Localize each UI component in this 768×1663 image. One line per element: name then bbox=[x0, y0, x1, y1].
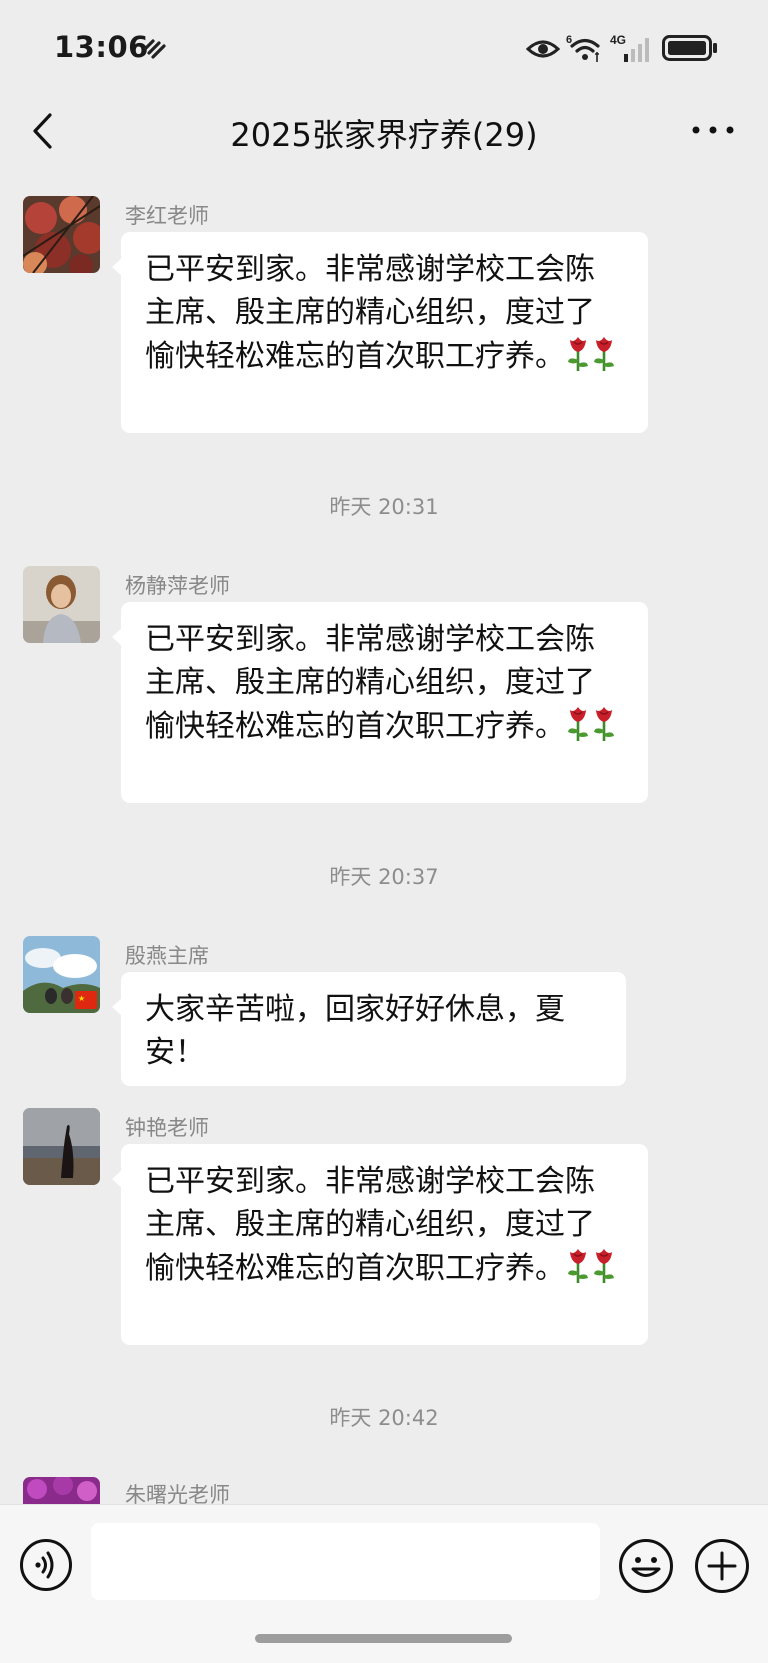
message-text: 已平安到家。非常感谢学校工会陈主席、殷主席的精心组织，度过了愉快轻松难忘的首次职… bbox=[145, 252, 595, 374]
sim-label: 6 bbox=[566, 34, 572, 46]
sender-name: 朱曙光老师 bbox=[125, 1483, 230, 1504]
avatar[interactable] bbox=[23, 1108, 100, 1185]
status-bar: 13:06 6 4G bbox=[0, 0, 768, 96]
message-input[interactable] bbox=[91, 1523, 600, 1600]
emoji-button[interactable] bbox=[618, 1538, 674, 1594]
message-bubble[interactable]: 已平安到家。非常感谢学校工会陈主席、殷主席的精心组织，度过了愉快轻松难忘的首次职… bbox=[112, 232, 648, 433]
message-bubble[interactable]: 已平安到家。非常感谢学校工会陈主席、殷主席的精心组织，度过了愉快轻松难忘的首次职… bbox=[112, 602, 648, 803]
home-indicator[interactable] bbox=[255, 1634, 512, 1643]
more-actions-button[interactable] bbox=[694, 1538, 750, 1594]
message-text: 已平安到家。非常感谢学校工会陈主席、殷主席的精心组织，度过了愉快轻松难忘的首次职… bbox=[145, 1164, 595, 1286]
avatar[interactable] bbox=[23, 566, 100, 643]
voice-icon bbox=[20, 1539, 72, 1591]
message-text: 大家辛苦啦，回家好好休息，夏安！ bbox=[145, 992, 565, 1070]
message-bubble[interactable]: 大家辛苦啦，回家好好休息，夏安！ bbox=[112, 972, 626, 1086]
status-time: 13:06 bbox=[54, 30, 149, 64]
sender-name: 殷燕主席 bbox=[125, 944, 209, 968]
chat-title: 2025张家界疗养(29) bbox=[230, 116, 538, 154]
avatar-image: ★ bbox=[23, 936, 100, 1013]
avatar[interactable]: ★ bbox=[23, 936, 100, 1013]
avatar[interactable] bbox=[23, 1477, 100, 1504]
svg-text:★: ★ bbox=[78, 994, 85, 1003]
more-options-button[interactable] bbox=[688, 110, 738, 150]
rose-emoji-icon bbox=[568, 707, 588, 741]
avatar-image bbox=[23, 566, 100, 643]
avatar[interactable] bbox=[23, 196, 100, 273]
message-item: 朱曙光老师 bbox=[0, 1477, 768, 1504]
message-bubble[interactable]: 已平安到家。非常感谢学校工会陈主席、殷主席的精心组织，度过了愉快轻松难忘的首次职… bbox=[112, 1144, 648, 1345]
rose-emoji-icon bbox=[594, 337, 614, 371]
more-icon bbox=[692, 126, 734, 134]
emoji-icon bbox=[619, 1539, 673, 1593]
timestamp: 昨天 20:42 bbox=[329, 1406, 439, 1430]
rose-emoji-icon bbox=[594, 1249, 614, 1283]
wifi-icon: 6 bbox=[566, 34, 600, 62]
message-text: 已平安到家。非常感谢学校工会陈主席、殷主席的精心组织，度过了愉快轻松难忘的首次职… bbox=[145, 622, 595, 744]
chat-header: 2025张家界疗养(29) bbox=[0, 96, 768, 166]
avatar-image bbox=[23, 1108, 100, 1185]
timestamp: 昨天 20:31 bbox=[329, 495, 439, 519]
voice-input-button[interactable] bbox=[19, 1538, 73, 1592]
rose-emoji-icon bbox=[568, 1249, 588, 1283]
plus-icon bbox=[695, 1539, 749, 1593]
rose-emoji-icon bbox=[594, 707, 614, 741]
battery-icon bbox=[662, 35, 717, 61]
network-type-label: 4G bbox=[610, 33, 626, 47]
sender-name: 钟艳老师 bbox=[125, 1116, 209, 1140]
eye-icon bbox=[526, 40, 560, 58]
notification-icon bbox=[143, 39, 166, 59]
avatar-image bbox=[23, 196, 100, 273]
cellular-signal-icon: 4G bbox=[610, 33, 649, 62]
rose-emoji-icon bbox=[568, 337, 588, 371]
timestamp: 昨天 20:37 bbox=[329, 865, 439, 889]
sender-name: 李红老师 bbox=[125, 204, 209, 228]
avatar-image bbox=[23, 1477, 100, 1504]
sender-name: 杨静萍老师 bbox=[125, 574, 230, 598]
